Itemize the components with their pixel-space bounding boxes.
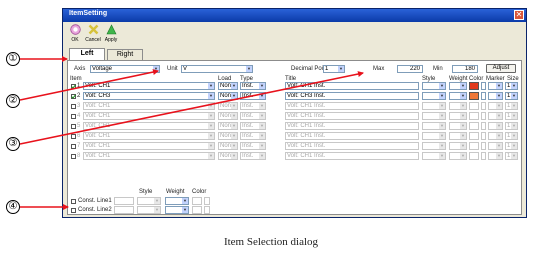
- figure-caption: Item Selection dialog: [223, 236, 319, 248]
- callout-arrows: [19, 56, 364, 210]
- arrow-3: [19, 71, 364, 145]
- arrow-2: [19, 69, 159, 101]
